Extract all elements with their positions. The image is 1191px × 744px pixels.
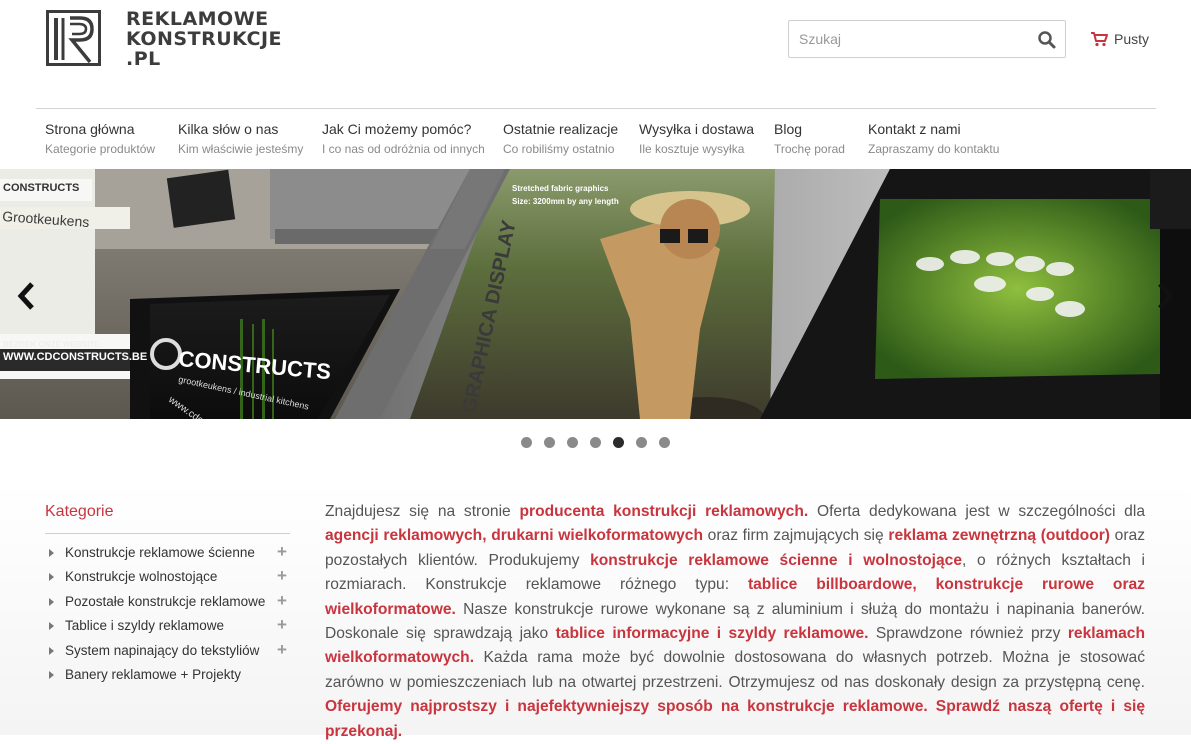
intro-text-highlight: Oferujemy najprostszy i najefektywniejsz… <box>325 698 1145 740</box>
nav-item-contact[interactable]: Kontakt z nami Zapraszamy do kontaktu <box>868 121 999 156</box>
nav-item-title: Ostatnie realizacje <box>503 121 619 137</box>
intro-text-segment: Sprawdzone również przy <box>868 625 1068 643</box>
intro-text: Znajdujesz się na stronie producenta kon… <box>325 500 1145 744</box>
caret-right-icon <box>49 646 54 655</box>
expand-plus-icon[interactable]: + <box>277 566 287 586</box>
slide-brand-top: CONSTRUCTS <box>3 182 79 194</box>
chevron-right-icon <box>1158 282 1175 310</box>
intro-text-highlight: konstrukcje reklamowe ścienne i wolnosto… <box>590 551 962 569</box>
caret-right-icon <box>49 670 54 679</box>
nav-item-subtitle: Co robiliśmy ostatnio <box>503 142 615 156</box>
sidebar-item-label: Tablice i szyldy reklamowe <box>65 618 225 634</box>
category-sidebar: Kategorie Konstrukcje reklamowe ścienne … <box>45 503 290 690</box>
search-box <box>788 20 1066 58</box>
shopping-cart-icon <box>1091 32 1108 47</box>
slide-website-url: WWW.CDCONSTRUCTS.BE <box>3 351 147 363</box>
slide-website-label: BEZOEK ONZE WEBSITE: <box>3 340 102 349</box>
intro-text-highlight: agencji reklamowych, drukarni wielkoform… <box>325 527 703 545</box>
intro-text-highlight: producenta konstrukcji reklamowych. <box>519 503 809 520</box>
sidebar-item-signs[interactable]: Tablice i szyldy reklamowe + <box>45 615 290 641</box>
expand-plus-icon[interactable]: + <box>277 591 287 611</box>
slider-dot[interactable] <box>590 437 601 448</box>
nav-item-help[interactable]: Jak Ci możemy pomóc? I co nas od odróżni… <box>322 121 485 156</box>
expand-plus-icon[interactable]: + <box>277 542 287 562</box>
sidebar-item-freestanding[interactable]: Konstrukcje wolnostojące + <box>45 566 290 592</box>
slider-dot[interactable] <box>659 437 670 448</box>
nav-item-title: Jak Ci możemy pomóc? <box>322 121 472 137</box>
sidebar-item-banners[interactable]: Banery reklamowe + Projekty <box>45 666 290 690</box>
nav-item-subtitle: Kim właściwie jesteśmy <box>178 142 304 156</box>
intro-text-segment: Znajdujesz się na stronie <box>325 503 520 520</box>
search-button[interactable] <box>1037 30 1057 50</box>
nav-item-subtitle: Zapraszamy do kontaktu <box>868 142 1000 156</box>
intro-text-highlight: tablice informacyjne i szyldy reklamowe. <box>555 625 869 643</box>
site-logo[interactable]: REKLAMOWE KONSTRUKCJE .PL <box>46 8 282 70</box>
slider-prev-button[interactable] <box>12 281 42 311</box>
chevron-left-icon <box>17 282 34 310</box>
sidebar-item-label: Konstrukcje wolnostojące <box>65 569 218 585</box>
logo-mark-icon <box>46 10 101 66</box>
nav-item-title: Wysyłka i dostawa <box>639 121 755 137</box>
nav-item-about[interactable]: Kilka słów o nas Kim właściwie jesteśmy <box>178 121 303 156</box>
main-navigation: Strona główna Kategorie produktów Kilka … <box>0 109 1191 169</box>
sidebar-item-label: System napinający do tekstyliów <box>65 642 260 658</box>
sidebar-item-label: Konstrukcje reklamowe ścienne <box>65 545 255 560</box>
nav-item-title: Strona główna <box>45 121 135 137</box>
caret-right-icon <box>49 622 54 631</box>
nav-item-title: Blog <box>774 121 803 137</box>
nav-item-realizations[interactable]: Ostatnie realizacje Co robiliśmy ostatni… <box>503 121 618 156</box>
slide-caption-1: Stretched fabric graphics <box>512 184 609 193</box>
intro-text-segment: Oferta dedykowana jest w szczególności d… <box>808 503 1145 520</box>
sidebar-item-textile-system[interactable]: System napinający do tekstyliów + <box>45 640 290 666</box>
logo-line-1: REKLAMOWE <box>126 8 269 30</box>
expand-plus-icon[interactable]: + <box>277 640 287 660</box>
intro-text-highlight: reklama zewnętrzną (outdoor) <box>888 527 1110 545</box>
search-input[interactable] <box>789 21 1029 57</box>
slide-caption-2: Size: 3200mm by any length <box>512 197 619 206</box>
cart-label: Pusty <box>1114 31 1150 47</box>
search-icon <box>1038 31 1056 49</box>
nav-item-title: Kilka słów o nas <box>178 121 279 137</box>
nav-item-home[interactable]: Strona główna Kategorie produktów <box>45 121 155 156</box>
nav-item-subtitle: Ile kosztuje wysyłka <box>639 142 745 156</box>
sidebar-item-label: Banery reklamowe + Projekty <box>65 666 241 682</box>
nav-item-shipping[interactable]: Wysyłka i dostawa Ile kosztuje wysyłka <box>639 121 754 156</box>
nav-item-subtitle: Kategorie produktów <box>45 142 156 156</box>
slider-image: CONSTRUCTS Grootkeukens BEZOEK ONZE WEBS… <box>0 169 1191 419</box>
intro-text-segment: oraz firm zajmujących się <box>702 527 889 545</box>
image-slider[interactable]: CONSTRUCTS Grootkeukens BEZOEK ONZE WEBS… <box>0 169 1191 419</box>
slider-pagination <box>0 437 1191 451</box>
sidebar-item-other-constructions[interactable]: Pozostałe konstrukcje reklamowe + <box>45 591 290 617</box>
nav-item-title: Kontakt z nami <box>868 121 961 137</box>
slider-dot[interactable] <box>521 437 532 448</box>
logo-line-3: .PL <box>126 48 161 70</box>
slider-dot-active[interactable] <box>613 437 624 448</box>
caret-right-icon <box>49 549 54 557</box>
slider-dot[interactable] <box>567 437 578 448</box>
slider-dot[interactable] <box>544 437 555 448</box>
sidebar-item-wall-constructions[interactable]: Konstrukcje reklamowe ścienne + <box>45 542 290 568</box>
slider-dot[interactable] <box>636 437 647 448</box>
sidebar-title: Kategorie <box>45 503 290 534</box>
cart-button[interactable]: Pusty <box>1090 31 1149 47</box>
slider-next-button[interactable] <box>1150 281 1180 311</box>
nav-item-subtitle: I co nas od odróżnia od innych <box>322 142 485 156</box>
sidebar-item-label: Pozostałe konstrukcje reklamowe <box>65 593 266 609</box>
caret-right-icon <box>49 573 54 582</box>
nav-item-blog[interactable]: Blog Trochę porad <box>774 121 845 156</box>
site-header: REKLAMOWE KONSTRUKCJE .PL Pusty <box>0 0 1191 108</box>
caret-right-icon <box>49 597 54 606</box>
nav-item-subtitle: Trochę porad <box>774 142 845 156</box>
logo-line-2: KONSTRUKCJE <box>126 28 282 50</box>
expand-plus-icon[interactable]: + <box>277 615 287 635</box>
